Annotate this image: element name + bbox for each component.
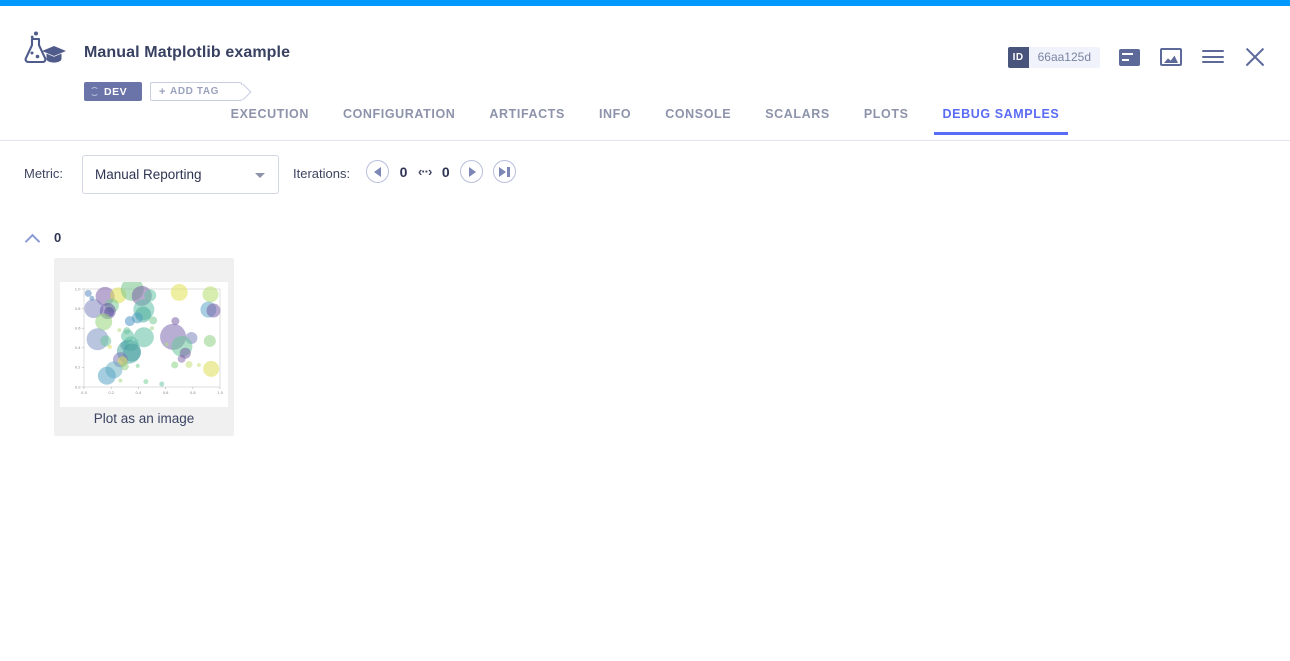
tag-dev[interactable]: DEV xyxy=(84,82,142,101)
tab-scalars[interactable]: SCALARS xyxy=(748,101,847,134)
debug-samples-page: COMPLETED Manual Matplotlib example DE xyxy=(0,0,1290,661)
chevron-up-icon[interactable] xyxy=(26,231,40,245)
scatter-point xyxy=(165,342,169,346)
metric-select[interactable]: Manual Reporting xyxy=(82,155,279,194)
svg-text:0.0: 0.0 xyxy=(75,385,81,389)
last-iteration-icon[interactable] xyxy=(493,160,516,183)
scatter-point xyxy=(150,326,154,330)
tab-console[interactable]: CONSOLE xyxy=(648,101,748,134)
scatter-point xyxy=(185,361,192,368)
header-actions: ID 66aa125d xyxy=(1008,44,1268,70)
svg-text:0.6: 0.6 xyxy=(163,391,169,395)
scatter-point xyxy=(202,286,218,302)
iteration-from-value: 0 xyxy=(399,164,408,180)
previous-iteration-icon[interactable] xyxy=(366,160,389,183)
tab-execution[interactable]: EXECUTION xyxy=(214,101,326,134)
next-iteration-icon[interactable] xyxy=(460,160,483,183)
scatter-point xyxy=(132,312,143,323)
scatter-point xyxy=(118,379,122,383)
scatter-point xyxy=(100,335,111,346)
id-badge[interactable]: ID 66aa125d xyxy=(1008,47,1100,68)
iteration-to-value: 0 xyxy=(441,164,450,180)
add-tag-button[interactable]: + ADD TAG xyxy=(150,82,242,101)
id-badge-value: 66aa125d xyxy=(1029,50,1100,64)
menu-icon[interactable] xyxy=(1200,44,1226,70)
chevron-down-icon xyxy=(255,173,265,178)
scatter-point xyxy=(143,379,148,384)
svg-text:0.6: 0.6 xyxy=(75,327,81,331)
metric-select-value: Manual Reporting xyxy=(95,167,202,182)
scatter-point xyxy=(117,328,121,332)
debug-sample-card[interactable]: 0.0 0.2 0.4 0.6 0.8 1.0 0.0 0.2 0.4 0.6 0.8 1.0 Pl… xyxy=(54,258,234,436)
tab-info[interactable]: INFO xyxy=(582,101,648,134)
iterations-label: Iterations: xyxy=(293,166,350,181)
svg-text:0.2: 0.2 xyxy=(108,391,114,395)
svg-text:0.4: 0.4 xyxy=(75,346,81,350)
svg-text:1.0: 1.0 xyxy=(217,391,223,395)
metric-label: Metric: xyxy=(24,166,63,181)
svg-text:0.4: 0.4 xyxy=(136,391,142,395)
svg-text:1.0: 1.0 xyxy=(75,287,81,291)
tag-dev-label: DEV xyxy=(104,86,127,98)
svg-text:0.8: 0.8 xyxy=(190,391,196,395)
scatter-point xyxy=(203,361,219,377)
debug-sample-thumbnail[interactable]: 0.0 0.2 0.4 0.6 0.8 1.0 0.0 0.2 0.4 0.6 0.8 1.0 xyxy=(60,282,228,407)
scatter-point xyxy=(197,363,201,367)
scatter-point xyxy=(149,316,157,324)
scatter-point xyxy=(98,367,116,385)
scatter-point xyxy=(159,382,164,387)
scatter-point xyxy=(95,313,112,330)
add-tag-label: ADD TAG xyxy=(170,86,219,97)
experiment-header: Manual Matplotlib example DEV + ADD TAG … xyxy=(0,6,1290,101)
iteration-group-header: 0 xyxy=(26,230,61,245)
svg-text:0.0: 0.0 xyxy=(81,391,87,395)
flask-graduation-cap-icon xyxy=(18,30,66,70)
tab-plots[interactable]: PLOTS xyxy=(847,101,926,134)
svg-text:0.2: 0.2 xyxy=(75,366,81,370)
details-icon[interactable] xyxy=(1116,44,1142,70)
close-icon[interactable] xyxy=(1242,44,1268,70)
page-title: Manual Matplotlib example xyxy=(84,44,290,62)
scatter-point xyxy=(85,290,92,297)
scatter-point xyxy=(108,345,112,349)
range-arrows-icon: ‹··› xyxy=(418,164,431,179)
scatter-point xyxy=(178,355,186,363)
tab-debug-samples[interactable]: DEBUG SAMPLES xyxy=(926,101,1077,134)
debug-sample-caption: Plot as an image xyxy=(94,411,195,426)
image-viewer-icon[interactable] xyxy=(1158,44,1184,70)
scatter-point xyxy=(136,364,140,368)
filter-toolbar: Metric: Manual Reporting Iterations: 0 ‹… xyxy=(0,155,1290,200)
scatter-point xyxy=(171,284,188,301)
tag-icon xyxy=(90,87,99,96)
scatter-point xyxy=(204,335,216,347)
tab-configuration[interactable]: CONFIGURATION xyxy=(326,101,472,134)
iteration-navigator: 0 ‹··› 0 xyxy=(366,160,516,183)
scatter-point xyxy=(89,296,94,301)
scatter-point xyxy=(171,361,178,368)
id-badge-label: ID xyxy=(1008,47,1029,68)
iteration-group-index: 0 xyxy=(54,230,61,245)
scatter-point xyxy=(206,304,220,318)
plus-icon: + xyxy=(159,86,166,98)
tab-bar: EXECUTION CONFIGURATION ARTIFACTS INFO C… xyxy=(0,101,1290,141)
tab-artifacts[interactable]: ARTIFACTS xyxy=(472,101,582,134)
tag-row: DEV + ADD TAG xyxy=(84,82,242,101)
svg-text:0.8: 0.8 xyxy=(75,307,81,311)
scatter-plot: 0.0 0.2 0.4 0.6 0.8 1.0 0.0 0.2 0.4 0.6 0.8 1.0 xyxy=(60,282,228,407)
